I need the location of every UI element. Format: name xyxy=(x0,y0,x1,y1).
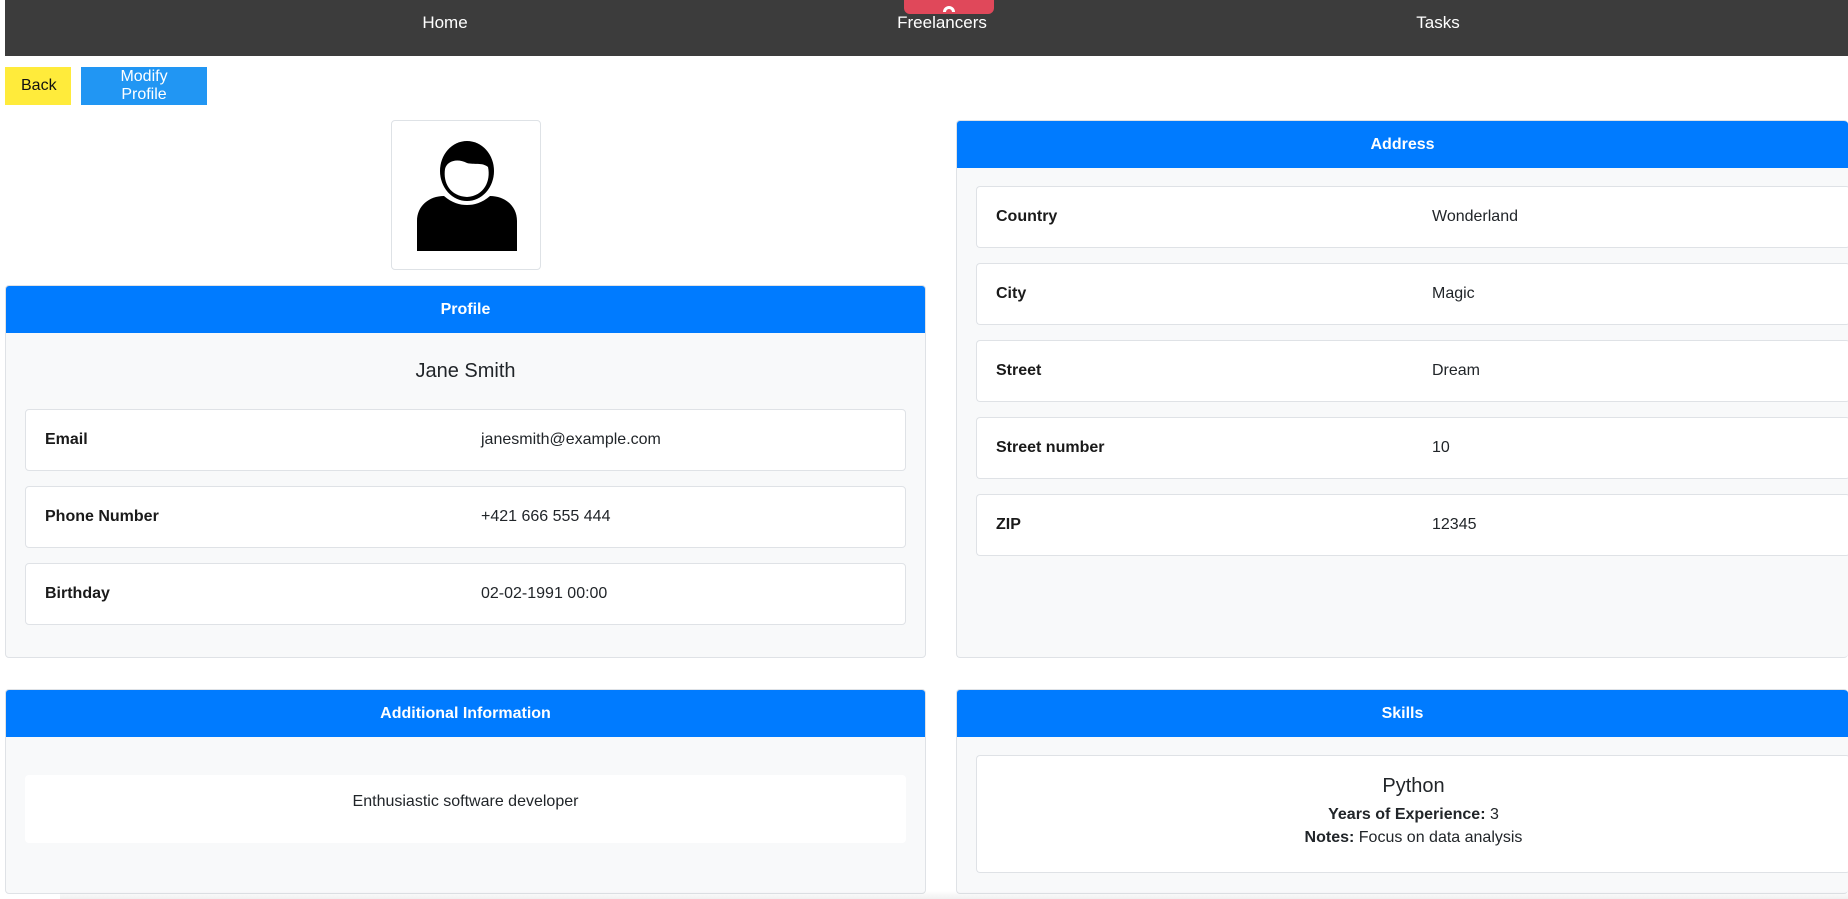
user-avatar-icon xyxy=(417,141,517,251)
city-value: Magic xyxy=(1432,285,1475,302)
phone-row: Phone Number +421 666 555 444 xyxy=(25,486,906,548)
skill-experience-label: Years of Experience: xyxy=(1328,806,1486,823)
birthday-label: Birthday xyxy=(45,585,110,602)
street-number-row: Street number 10 xyxy=(976,417,1848,479)
arch-icon xyxy=(943,6,955,12)
profile-name: Jane Smith xyxy=(415,360,516,382)
city-row: City Magic xyxy=(976,263,1848,325)
additional-info-header: Additional Information xyxy=(6,690,925,737)
email-value: janesmith@example.com xyxy=(481,431,661,448)
phone-value: +421 666 555 444 xyxy=(481,508,611,525)
street-number-label: Street number xyxy=(996,439,1105,456)
skill-notes-value: Focus on data analysis xyxy=(1358,829,1523,846)
street-row: Street Dream xyxy=(976,340,1848,402)
country-label: Country xyxy=(996,208,1058,225)
nav-home-link[interactable]: Home xyxy=(422,13,467,33)
email-row: Email janesmith@example.com xyxy=(25,409,906,471)
profile-card: Profile Jane Smith Email janesmith@examp… xyxy=(5,285,926,658)
avatar xyxy=(391,120,541,270)
notification-badge[interactable] xyxy=(904,0,994,14)
city-label: City xyxy=(996,285,1027,302)
email-label: Email xyxy=(45,431,88,448)
nav-freelancers-link[interactable]: Freelancers xyxy=(897,13,987,33)
profile-card-header: Profile xyxy=(6,286,925,333)
additional-info-card: Additional Information Enthusiastic soft… xyxy=(5,689,926,894)
address-card: Address Country Wonderland City Magic St… xyxy=(956,120,1848,658)
back-button[interactable]: Back xyxy=(5,67,71,105)
skill-experience-value: 3 xyxy=(1489,806,1499,823)
zip-value: 12345 xyxy=(1432,516,1477,533)
top-navbar: Home Freelancers Tasks xyxy=(5,0,1848,56)
additional-info-text: Enthusiastic software developer xyxy=(25,775,906,843)
zip-label: ZIP xyxy=(996,516,1021,533)
phone-label: Phone Number xyxy=(45,508,159,525)
skills-header: Skills xyxy=(957,690,1848,737)
skill-name: Python xyxy=(1382,775,1445,797)
street-number-value: 10 xyxy=(1432,439,1450,456)
nav-tasks-link[interactable]: Tasks xyxy=(1416,13,1459,33)
skills-card: Skills Python Years of Experience: 3 Not… xyxy=(956,689,1848,894)
birthday-value: 02-02-1991 00:00 xyxy=(481,585,608,602)
skill-experience: Years of Experience: 3 xyxy=(977,803,1848,826)
skill-notes: Notes: Focus on data analysis xyxy=(977,826,1848,849)
skill-item: Python Years of Experience: 3 Notes: Foc… xyxy=(976,755,1848,873)
address-card-header: Address xyxy=(957,121,1848,168)
skill-notes-label: Notes: xyxy=(1304,829,1355,846)
street-value: Dream xyxy=(1432,362,1481,379)
birthday-row: Birthday 02-02-1991 00:00 xyxy=(25,563,906,625)
zip-row: ZIP 12345 xyxy=(976,494,1848,556)
street-label: Street xyxy=(996,362,1042,379)
country-row: Country Wonderland xyxy=(976,186,1848,248)
bottom-scroll-shadow xyxy=(60,891,1848,899)
modify-profile-button[interactable]: Modify Profile xyxy=(81,67,207,105)
country-value: Wonderland xyxy=(1432,208,1518,225)
